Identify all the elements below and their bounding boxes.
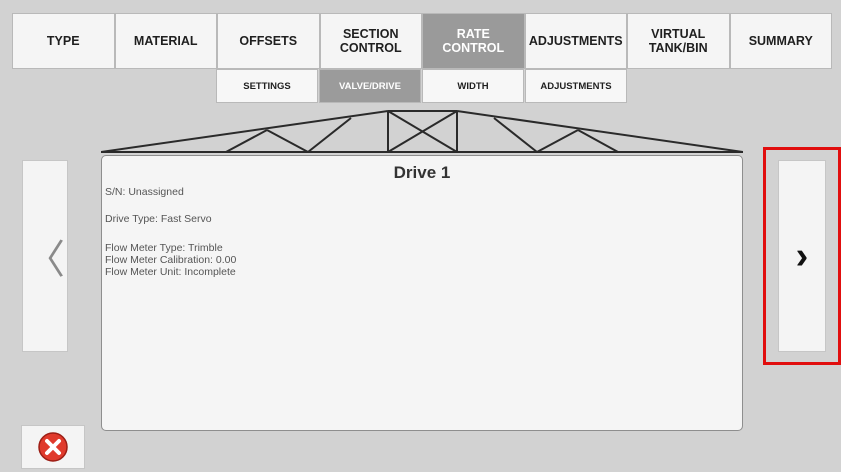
tab-offsets[interactable]: OFFSETS xyxy=(217,13,320,69)
drive-title: Drive 1 xyxy=(393,163,451,182)
tab-adjustments[interactable]: ADJUSTMENTS xyxy=(524,13,627,69)
tab-virtual-tank-bin[interactable]: VIRTUAL TANK/BIN xyxy=(627,13,730,69)
drive-details-panel: Drive 1 S/N: Unassigned Drive Type: Fast… xyxy=(101,155,743,431)
highlight-box xyxy=(763,147,841,365)
flow-meter-calibration: Flow Meter Calibration: 0.00 xyxy=(105,254,237,266)
main-tab-bar: TYPE MATERIAL OFFSETS SECTION CONTROL RA… xyxy=(12,13,832,69)
serial-number: S/N: Unassigned xyxy=(105,186,184,198)
cancel-button[interactable] xyxy=(21,425,85,469)
tab-rate-control[interactable]: RATE CONTROL xyxy=(422,13,525,69)
boom-diagram xyxy=(101,110,743,153)
drive-type: Drive Type: Fast Servo xyxy=(105,213,212,225)
close-circle-icon xyxy=(38,432,68,462)
subtab-settings[interactable]: SETTINGS xyxy=(216,69,318,103)
tab-summary[interactable]: SUMMARY xyxy=(729,13,832,69)
flow-meter-type: Flow Meter Type: Trimble xyxy=(105,242,223,254)
tab-type[interactable]: TYPE xyxy=(12,13,115,69)
app-frame: TYPE MATERIAL OFFSETS SECTION CONTROL RA… xyxy=(0,0,841,472)
previous-drive-button[interactable]: 〈 xyxy=(22,160,68,352)
subtab-adjustments[interactable]: ADJUSTMENTS xyxy=(525,69,627,103)
subtab-width[interactable]: WIDTH xyxy=(422,69,524,103)
chevron-left-icon: 〈 xyxy=(25,238,65,282)
tab-section-control[interactable]: SECTION CONTROL xyxy=(319,13,422,69)
flow-meter-unit: Flow Meter Unit: Incomplete xyxy=(105,266,236,278)
subtab-valve-drive[interactable]: VALVE/DRIVE xyxy=(319,69,421,103)
tab-material[interactable]: MATERIAL xyxy=(114,13,217,69)
sub-tab-bar: SETTINGS VALVE/DRIVE WIDTH ADJUSTMENTS xyxy=(216,69,628,103)
